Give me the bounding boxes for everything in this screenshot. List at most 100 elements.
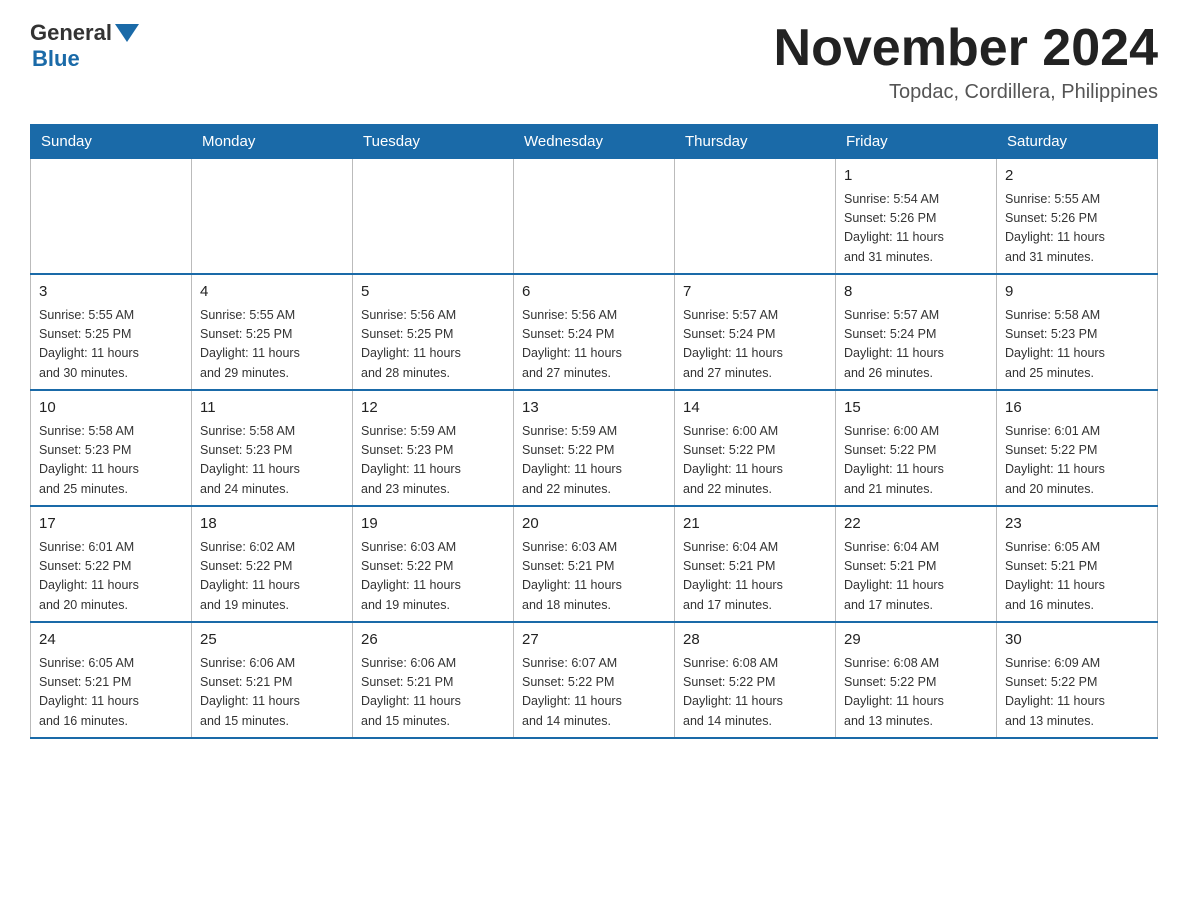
logo: General Blue: [30, 20, 139, 72]
day-info: Sunrise: 6:00 AMSunset: 5:22 PMDaylight:…: [844, 422, 988, 500]
calendar-cell: 8Sunrise: 5:57 AMSunset: 5:24 PMDaylight…: [836, 274, 997, 390]
day-info: Sunrise: 6:08 AMSunset: 5:22 PMDaylight:…: [844, 654, 988, 732]
day-info: Sunrise: 5:55 AMSunset: 5:25 PMDaylight:…: [39, 306, 183, 384]
day-info: Sunrise: 6:03 AMSunset: 5:21 PMDaylight:…: [522, 538, 666, 616]
calendar-cell: [192, 159, 353, 275]
calendar-cell: 6Sunrise: 5:56 AMSunset: 5:24 PMDaylight…: [514, 274, 675, 390]
day-number: 4: [200, 281, 344, 304]
logo-triangle-icon: [115, 24, 139, 42]
calendar-week-row: 1Sunrise: 5:54 AMSunset: 5:26 PMDaylight…: [31, 159, 1158, 275]
day-info: Sunrise: 5:55 AMSunset: 5:26 PMDaylight:…: [1005, 190, 1149, 268]
day-number: 26: [361, 629, 505, 652]
day-info: Sunrise: 6:07 AMSunset: 5:22 PMDaylight:…: [522, 654, 666, 732]
weekday-header-friday: Friday: [836, 125, 997, 159]
calendar-cell: 24Sunrise: 6:05 AMSunset: 5:21 PMDayligh…: [31, 622, 192, 738]
day-info: Sunrise: 5:55 AMSunset: 5:25 PMDaylight:…: [200, 306, 344, 384]
calendar-cell: 7Sunrise: 5:57 AMSunset: 5:24 PMDaylight…: [675, 274, 836, 390]
day-number: 25: [200, 629, 344, 652]
calendar-cell: 19Sunrise: 6:03 AMSunset: 5:22 PMDayligh…: [353, 506, 514, 622]
day-number: 20: [522, 513, 666, 536]
calendar-cell: 28Sunrise: 6:08 AMSunset: 5:22 PMDayligh…: [675, 622, 836, 738]
day-number: 17: [39, 513, 183, 536]
day-number: 14: [683, 397, 827, 420]
calendar-week-row: 17Sunrise: 6:01 AMSunset: 5:22 PMDayligh…: [31, 506, 1158, 622]
calendar-cell: 30Sunrise: 6:09 AMSunset: 5:22 PMDayligh…: [997, 622, 1158, 738]
weekday-header-row: SundayMondayTuesdayWednesdayThursdayFrid…: [31, 125, 1158, 159]
calendar-week-row: 10Sunrise: 5:58 AMSunset: 5:23 PMDayligh…: [31, 390, 1158, 506]
calendar-cell: [353, 159, 514, 275]
day-info: Sunrise: 5:56 AMSunset: 5:24 PMDaylight:…: [522, 306, 666, 384]
day-info: Sunrise: 5:56 AMSunset: 5:25 PMDaylight:…: [361, 306, 505, 384]
calendar-cell: 17Sunrise: 6:01 AMSunset: 5:22 PMDayligh…: [31, 506, 192, 622]
day-number: 28: [683, 629, 827, 652]
calendar-cell: 18Sunrise: 6:02 AMSunset: 5:22 PMDayligh…: [192, 506, 353, 622]
calendar-cell: 4Sunrise: 5:55 AMSunset: 5:25 PMDaylight…: [192, 274, 353, 390]
month-title: November 2024: [774, 20, 1158, 77]
day-number: 1: [844, 165, 988, 188]
day-info: Sunrise: 6:08 AMSunset: 5:22 PMDaylight:…: [683, 654, 827, 732]
day-number: 19: [361, 513, 505, 536]
calendar-cell: 29Sunrise: 6:08 AMSunset: 5:22 PMDayligh…: [836, 622, 997, 738]
calendar-cell: 27Sunrise: 6:07 AMSunset: 5:22 PMDayligh…: [514, 622, 675, 738]
calendar-cell: 1Sunrise: 5:54 AMSunset: 5:26 PMDaylight…: [836, 159, 997, 275]
day-number: 23: [1005, 513, 1149, 536]
day-info: Sunrise: 5:59 AMSunset: 5:23 PMDaylight:…: [361, 422, 505, 500]
day-info: Sunrise: 6:00 AMSunset: 5:22 PMDaylight:…: [683, 422, 827, 500]
day-number: 16: [1005, 397, 1149, 420]
day-info: Sunrise: 5:59 AMSunset: 5:22 PMDaylight:…: [522, 422, 666, 500]
calendar-week-row: 3Sunrise: 5:55 AMSunset: 5:25 PMDaylight…: [31, 274, 1158, 390]
day-number: 30: [1005, 629, 1149, 652]
day-number: 6: [522, 281, 666, 304]
day-info: Sunrise: 5:57 AMSunset: 5:24 PMDaylight:…: [844, 306, 988, 384]
weekday-header-sunday: Sunday: [31, 125, 192, 159]
day-info: Sunrise: 5:58 AMSunset: 5:23 PMDaylight:…: [39, 422, 183, 500]
calendar-cell: [31, 159, 192, 275]
location-text: Topdac, Cordillera, Philippines: [774, 81, 1158, 104]
logo-general-text: General: [30, 20, 112, 46]
day-info: Sunrise: 6:09 AMSunset: 5:22 PMDaylight:…: [1005, 654, 1149, 732]
day-number: 10: [39, 397, 183, 420]
calendar-cell: 23Sunrise: 6:05 AMSunset: 5:21 PMDayligh…: [997, 506, 1158, 622]
calendar-cell: 2Sunrise: 5:55 AMSunset: 5:26 PMDaylight…: [997, 159, 1158, 275]
calendar-cell: 22Sunrise: 6:04 AMSunset: 5:21 PMDayligh…: [836, 506, 997, 622]
weekday-header-wednesday: Wednesday: [514, 125, 675, 159]
day-number: 12: [361, 397, 505, 420]
calendar-cell: 16Sunrise: 6:01 AMSunset: 5:22 PMDayligh…: [997, 390, 1158, 506]
calendar-cell: [514, 159, 675, 275]
day-number: 3: [39, 281, 183, 304]
day-number: 27: [522, 629, 666, 652]
calendar-cell: 3Sunrise: 5:55 AMSunset: 5:25 PMDaylight…: [31, 274, 192, 390]
title-section: November 2024 Topdac, Cordillera, Philip…: [774, 20, 1158, 104]
calendar-week-row: 24Sunrise: 6:05 AMSunset: 5:21 PMDayligh…: [31, 622, 1158, 738]
calendar-cell: 12Sunrise: 5:59 AMSunset: 5:23 PMDayligh…: [353, 390, 514, 506]
calendar-cell: 9Sunrise: 5:58 AMSunset: 5:23 PMDaylight…: [997, 274, 1158, 390]
calendar-table: SundayMondayTuesdayWednesdayThursdayFrid…: [30, 124, 1158, 739]
calendar-cell: [675, 159, 836, 275]
day-info: Sunrise: 5:54 AMSunset: 5:26 PMDaylight:…: [844, 190, 988, 268]
day-number: 18: [200, 513, 344, 536]
day-info: Sunrise: 6:04 AMSunset: 5:21 PMDaylight:…: [683, 538, 827, 616]
day-number: 21: [683, 513, 827, 536]
day-info: Sunrise: 5:58 AMSunset: 5:23 PMDaylight:…: [200, 422, 344, 500]
weekday-header-thursday: Thursday: [675, 125, 836, 159]
day-number: 8: [844, 281, 988, 304]
calendar-cell: 14Sunrise: 6:00 AMSunset: 5:22 PMDayligh…: [675, 390, 836, 506]
weekday-header-saturday: Saturday: [997, 125, 1158, 159]
calendar-cell: 10Sunrise: 5:58 AMSunset: 5:23 PMDayligh…: [31, 390, 192, 506]
weekday-header-monday: Monday: [192, 125, 353, 159]
logo-blue-text: Blue: [32, 46, 80, 72]
calendar-cell: 26Sunrise: 6:06 AMSunset: 5:21 PMDayligh…: [353, 622, 514, 738]
day-number: 29: [844, 629, 988, 652]
day-number: 15: [844, 397, 988, 420]
day-number: 9: [1005, 281, 1149, 304]
day-info: Sunrise: 6:01 AMSunset: 5:22 PMDaylight:…: [1005, 422, 1149, 500]
day-info: Sunrise: 6:04 AMSunset: 5:21 PMDaylight:…: [844, 538, 988, 616]
day-info: Sunrise: 6:03 AMSunset: 5:22 PMDaylight:…: [361, 538, 505, 616]
day-number: 5: [361, 281, 505, 304]
page-header: General Blue November 2024 Topdac, Cordi…: [30, 20, 1158, 104]
calendar-cell: 11Sunrise: 5:58 AMSunset: 5:23 PMDayligh…: [192, 390, 353, 506]
day-number: 11: [200, 397, 344, 420]
weekday-header-tuesday: Tuesday: [353, 125, 514, 159]
calendar-cell: 5Sunrise: 5:56 AMSunset: 5:25 PMDaylight…: [353, 274, 514, 390]
day-info: Sunrise: 6:06 AMSunset: 5:21 PMDaylight:…: [200, 654, 344, 732]
